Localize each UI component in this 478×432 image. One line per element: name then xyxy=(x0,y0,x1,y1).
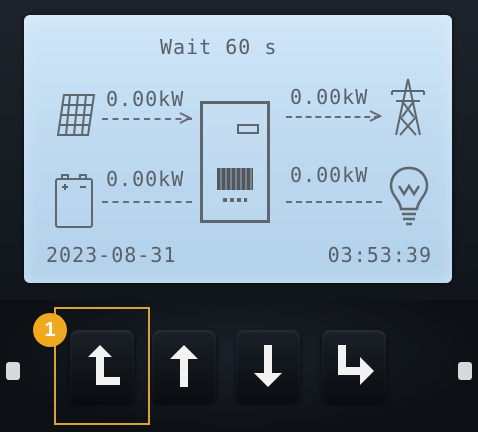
inverter-slot xyxy=(237,124,259,134)
grid-power-value: 0.00kW xyxy=(290,85,369,109)
up-button[interactable] xyxy=(152,330,216,402)
grid-flow-arrowhead xyxy=(369,110,382,122)
callout-number-badge: 1 xyxy=(33,313,67,347)
status-text: Wait 60 s xyxy=(160,35,278,59)
left-bolt xyxy=(6,362,20,380)
callout-highlight-box xyxy=(54,307,150,425)
right-bolt xyxy=(458,362,472,380)
inverter-display xyxy=(217,168,253,190)
battery-power-value: 0.00kW xyxy=(106,167,185,191)
down-arrow-icon xyxy=(254,345,282,387)
battery-icon xyxy=(55,174,93,228)
lcd-screen: Wait 60 s 0.00kW 0.00kW 0.00kW 0.00kW 20… xyxy=(24,15,452,283)
battery-flow-line xyxy=(102,201,192,203)
pv-flow-arrowhead xyxy=(179,112,192,124)
load-power-value: 0.00kW xyxy=(290,163,369,187)
time-display: 03:53:39 xyxy=(327,243,432,267)
solar-panel-icon xyxy=(56,94,96,136)
grid-flow-line xyxy=(286,116,380,118)
inverter-leds xyxy=(223,198,247,202)
load-flow-line xyxy=(286,201,382,203)
grid-tower-icon xyxy=(391,78,425,136)
down-button[interactable] xyxy=(236,330,300,402)
enter-arrow-icon xyxy=(338,345,374,385)
inverter-icon xyxy=(200,101,270,223)
light-bulb-icon xyxy=(389,166,429,226)
up-arrow-icon xyxy=(170,345,198,387)
pv-power-value: 0.00kW xyxy=(106,87,185,111)
date-display: 2023-08-31 xyxy=(46,243,177,267)
enter-button[interactable] xyxy=(322,330,386,402)
